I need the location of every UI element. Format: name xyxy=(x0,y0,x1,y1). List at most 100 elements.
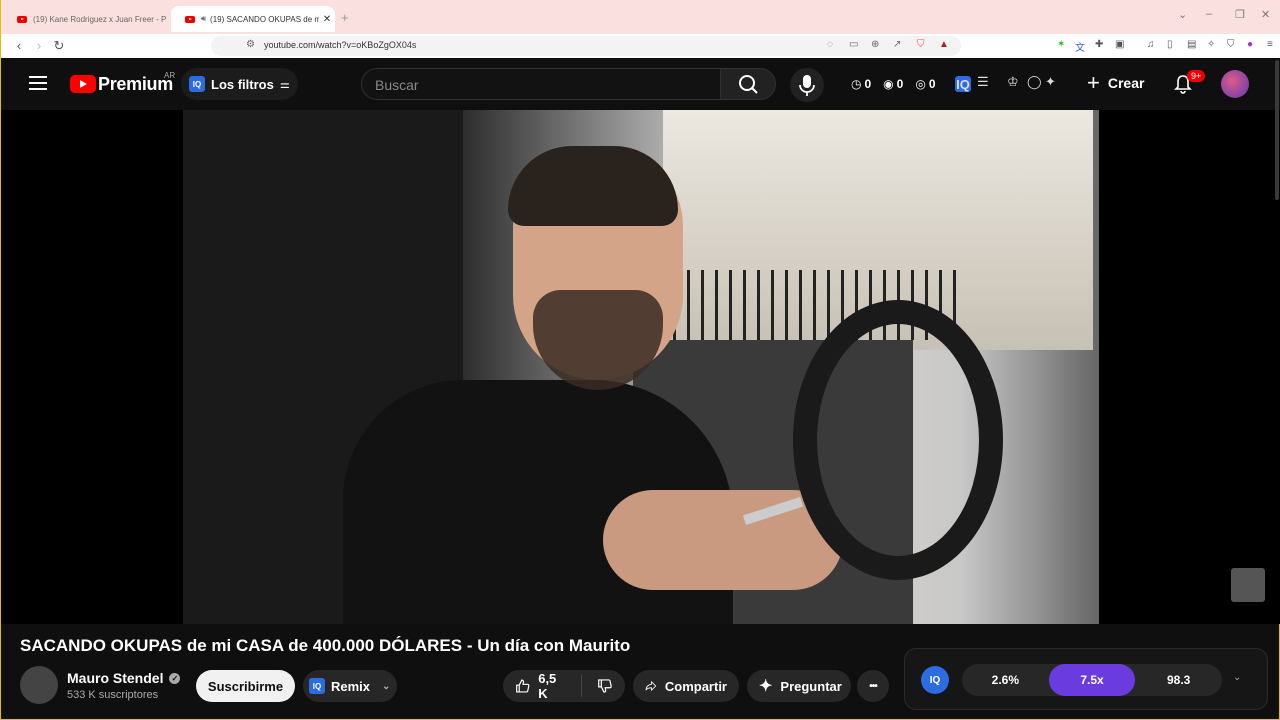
forward-icon[interactable]: › xyxy=(30,37,48,55)
translate-icon[interactable]: 文 xyxy=(1075,39,1085,54)
eye-icon: ◉ xyxy=(883,77,894,91)
youtube-masthead: Premium AR IQ Los filtros ⚌ Buscar ◷ 0 ◉ 0… xyxy=(1,58,1280,110)
rewards-icon[interactable]: ▲ xyxy=(939,39,949,50)
wallet-icon[interactable]: ▤ xyxy=(1187,39,1196,50)
brave-shield-icon[interactable]: ⛉ xyxy=(917,39,925,50)
close-window-button[interactable]: ✕ xyxy=(1261,8,1270,21)
create-label: Crear xyxy=(1107,75,1145,91)
share-label: Compartir xyxy=(664,678,727,694)
speaker-icon: 🔊︎ xyxy=(201,14,207,23)
restore-button[interactable]: ❐ xyxy=(1235,8,1245,21)
share-arrow-icon xyxy=(645,680,657,692)
video-player[interactable] xyxy=(1,110,1280,624)
share-button[interactable]: Compartir xyxy=(633,670,739,702)
search-placeholder: Buscar xyxy=(375,77,419,93)
remix-label: Remix xyxy=(331,678,371,694)
ai-sparkle-icon[interactable]: ✦ xyxy=(1045,74,1056,90)
channel-watermark-icon[interactable] xyxy=(1231,568,1265,602)
more-dots-icon: ••• xyxy=(869,680,877,692)
steering-wheel xyxy=(793,300,1003,580)
music-icon[interactable]: ♫ xyxy=(1147,39,1155,50)
close-tab-icon[interactable]: ✕ xyxy=(319,14,335,25)
list-icon[interactable]: ☰ xyxy=(977,74,989,90)
sparkle-icon: ✦ xyxy=(759,678,773,695)
search-button[interactable] xyxy=(720,68,776,100)
extension-box-icon[interactable]: ▣ xyxy=(1115,39,1124,50)
eye-off-icon[interactable]: ◌ xyxy=(827,39,833,50)
create-button[interactable]: + Crear xyxy=(1087,72,1144,94)
back-icon[interactable]: ‹ xyxy=(10,37,28,55)
remix-button[interactable]: IQ Remix ⌄ xyxy=(303,670,397,702)
metric-score[interactable]: 98.3 xyxy=(1135,664,1222,696)
sliders-icon: ⚌ xyxy=(279,78,290,91)
extensions-puzzle-icon[interactable]: ✚ xyxy=(1095,39,1103,50)
like-count: 6,5 K xyxy=(538,671,557,701)
user-avatar[interactable] xyxy=(1221,70,1249,98)
channel-name-link[interactable]: Mauro Stendel ✓ xyxy=(67,670,181,686)
sidebar-icon[interactable]: ▯ xyxy=(1167,39,1173,50)
clock-icon: ◷ xyxy=(851,77,862,91)
youtube-favicon-icon xyxy=(185,15,195,23)
like-button[interactable]: 6,5 K xyxy=(515,671,565,701)
chevron-down-icon[interactable]: ⌄ xyxy=(382,681,390,692)
zoom-icon[interactable]: ⊕ xyxy=(871,39,879,50)
thumbs-down-icon[interactable] xyxy=(597,677,613,695)
hidden-counter[interactable]: ◎ 0 xyxy=(915,77,935,91)
voice-search-button[interactable] xyxy=(790,68,824,102)
ask-button[interactable]: ✦ Preguntar xyxy=(747,670,851,702)
hamburger-menu-icon[interactable] xyxy=(29,76,47,90)
trophy-icon[interactable]: ♔ xyxy=(1007,74,1019,90)
filters-label: Los filtros xyxy=(211,76,274,92)
subscribe-button[interactable]: Suscribirme xyxy=(196,670,295,702)
chat-icon[interactable]: ◯ xyxy=(1027,74,1042,90)
extension-k-icon[interactable]: ✶ xyxy=(1057,39,1065,50)
iq-extension-icon[interactable]: IQ xyxy=(955,76,971,92)
tab-kane-rodriguez[interactable]: (19) Kane Rodriguez x Juan Freer - P xyxy=(3,6,169,32)
youtube-favicon-icon xyxy=(17,15,27,23)
metric-engagement[interactable]: 2.6% xyxy=(962,664,1049,696)
channel-avatar[interactable] xyxy=(20,666,58,704)
video-frame[interactable] xyxy=(183,110,1099,624)
iq-remix-icon: IQ xyxy=(309,678,325,694)
ask-label: Preguntar xyxy=(780,678,842,694)
region-code: AR xyxy=(164,71,176,80)
profile-icon[interactable]: ● xyxy=(1247,39,1253,50)
thumbs-up-icon xyxy=(516,679,530,693)
browser-window: (19) Kane Rodriguez x Juan Freer - P 🔊︎ … xyxy=(0,0,1280,720)
iq-logo-icon[interactable]: IQ xyxy=(921,666,949,694)
views-counter[interactable]: ◉ 0 xyxy=(883,77,903,91)
clock-counter[interactable]: ◷ 0 xyxy=(851,77,871,91)
like-dislike-group: 6,5 K xyxy=(503,670,625,702)
channel-name: Mauro Stendel xyxy=(67,670,164,686)
share-page-icon[interactable]: ↗ xyxy=(893,39,901,50)
page-scrollbar[interactable] xyxy=(1275,60,1279,200)
plus-icon: + xyxy=(1087,70,1100,95)
cast-icon[interactable]: ▭ xyxy=(849,39,858,50)
iq-icon: IQ xyxy=(189,76,205,92)
menu-icon[interactable]: ≡ xyxy=(1267,39,1273,50)
tab-search-chevron-icon[interactable]: ⌄ xyxy=(1178,8,1187,21)
microphone-icon xyxy=(799,75,815,96)
verified-check-icon: ✓ xyxy=(169,672,181,684)
more-actions-button[interactable]: ••• xyxy=(857,670,889,702)
stats-counters: ◷ 0 ◉ 0 ◎ 0 xyxy=(851,77,936,91)
site-info-icon[interactable]: ⚙ xyxy=(246,39,255,50)
metric-multiplier[interactable]: 7.5x xyxy=(1048,664,1136,696)
filters-button[interactable]: IQ Los filtros ⚌ xyxy=(181,68,298,100)
minimize-button[interactable]: – xyxy=(1206,8,1212,20)
iq-metrics-panel: IQ 2.6% 7.5x 98.3 ⌄ xyxy=(904,648,1268,710)
sparkle-icon[interactable]: ✧ xyxy=(1207,39,1215,50)
tab-sacando-okupas[interactable]: 🔊︎ (19) SACANDO OKUPAS de m ✕ xyxy=(171,6,335,32)
new-tab-button[interactable]: + xyxy=(341,10,349,25)
youtube-logo-icon[interactable] xyxy=(70,75,96,93)
vpn-icon[interactable]: ⛉ xyxy=(1227,39,1235,50)
expand-chevron-icon[interactable]: ⌄ xyxy=(1233,672,1241,683)
tab-title: (19) Kane Rodriguez x Juan Freer - P xyxy=(33,14,167,24)
notification-count-badge: 9+ xyxy=(1187,70,1206,82)
premium-logo-text[interactable]: Premium xyxy=(98,74,173,95)
address-bar[interactable]: ⚙ youtube.com/watch?v=oKBoZgOX04s ◌ ▭ ⊕ … xyxy=(211,36,961,56)
search-input[interactable]: Buscar xyxy=(361,68,721,100)
reload-icon[interactable]: ↻ xyxy=(50,37,68,55)
video-title: SACANDO OKUPAS de mi CASA de 400.000 DÓL… xyxy=(20,636,631,655)
url-text: youtube.com/watch?v=oKBoZgOX04s xyxy=(264,40,417,50)
